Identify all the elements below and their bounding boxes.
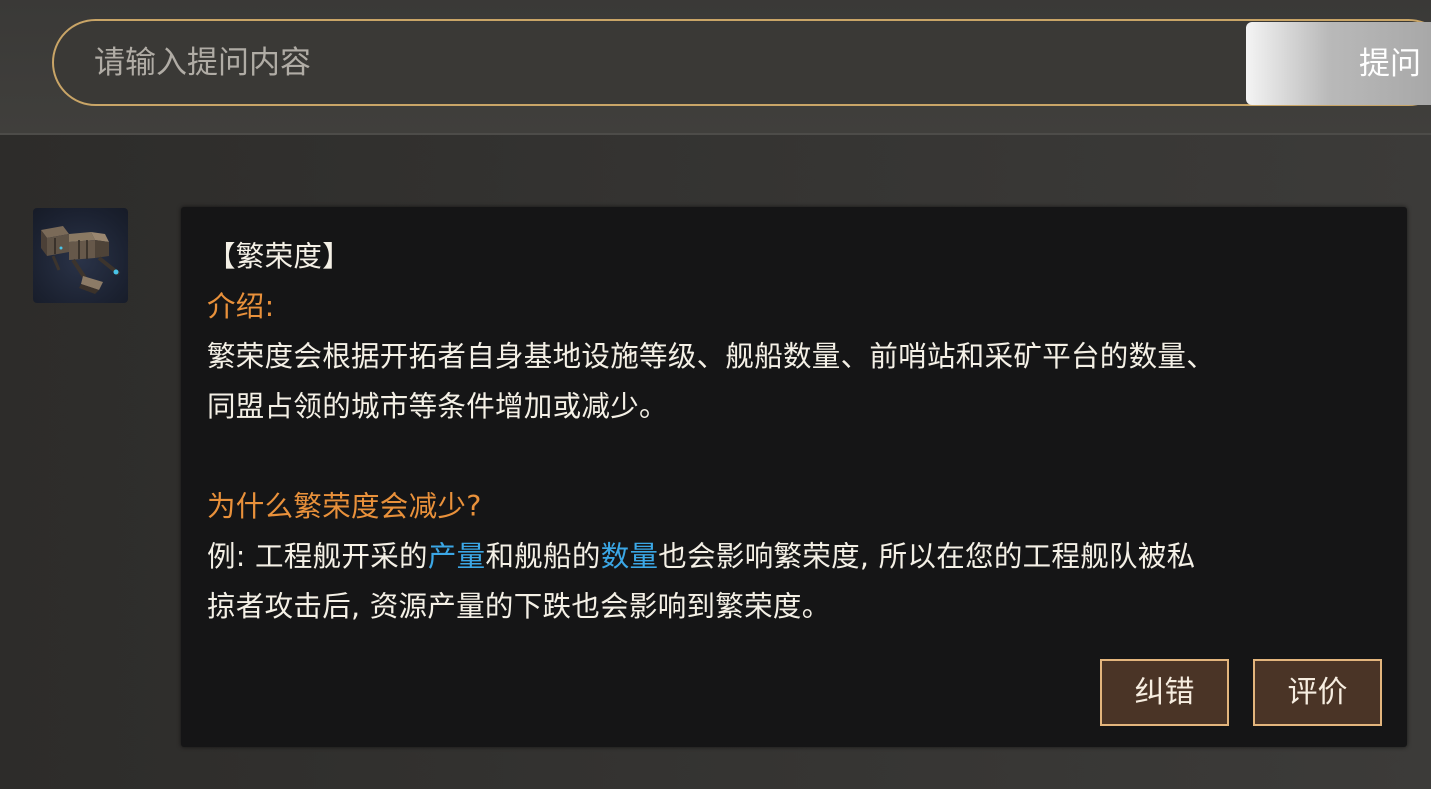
engineering-ship-icon xyxy=(33,208,128,303)
engineering-ship-graphic xyxy=(41,226,121,294)
answer-title: 【繁荣度】 xyxy=(207,240,352,273)
rate-button[interactable]: 评价 xyxy=(1253,659,1382,726)
answer-card: 【繁荣度】 介绍: 繁荣度会根据开拓者自身基地设施等级、舰船数量、前哨站和采矿平… xyxy=(181,207,1407,747)
intro-line-2: 同盟占领的城市等条件增加或减少。 xyxy=(207,390,668,423)
search-box xyxy=(52,19,1431,106)
example-middle: 和舰船的 xyxy=(485,540,601,573)
why-heading: 为什么繁荣度会减少? xyxy=(207,490,482,523)
highlight-output: 产量 xyxy=(427,540,486,573)
intro-line-1: 繁荣度会根据开拓者自身基地设施等级、舰船数量、前哨站和采矿平台的数量、 xyxy=(207,340,1216,373)
example-prefix: 例: 工程舰开采的 xyxy=(207,540,428,573)
example-line-1: 例: 工程舰开采的产量和舰船的数量也会影响繁荣度, 所以在您的工程舰队被私 xyxy=(207,539,1195,575)
search-input[interactable] xyxy=(94,21,1194,104)
intro-heading: 介绍: xyxy=(207,290,275,323)
highlight-quantity: 数量 xyxy=(600,540,659,573)
example-suffix: 也会影响繁荣度, 所以在您的工程舰队被私 xyxy=(658,540,1196,573)
correct-error-button[interactable]: 纠错 xyxy=(1100,659,1229,726)
ask-button[interactable]: 提问 xyxy=(1246,22,1431,105)
example-line-2: 掠者攻击后, 资源产量的下跌也会影响到繁荣度。 xyxy=(207,590,831,623)
search-bar: 提问 xyxy=(0,0,1431,135)
